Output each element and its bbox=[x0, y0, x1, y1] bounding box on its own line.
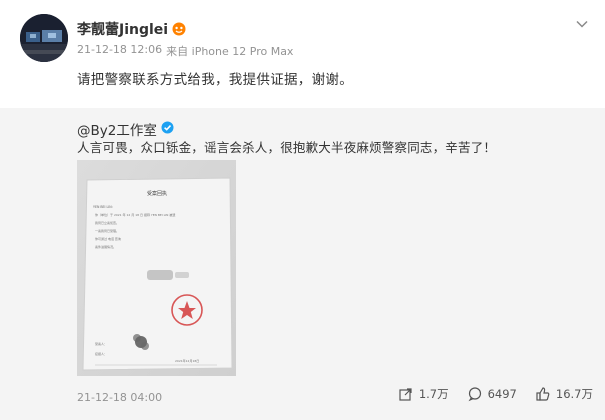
doc-date: 2021年12月18日 bbox=[175, 358, 199, 363]
chevron-down-icon[interactable] bbox=[575, 16, 589, 30]
post-timestamp[interactable]: 21-12-18 12:06 bbox=[77, 43, 162, 59]
doc-footer-2: 接报人： bbox=[95, 351, 107, 356]
comment-icon bbox=[467, 386, 483, 402]
retweet-card: @By2工作室 人言可畏，众口铄金，谣言会杀人，很抱歉大半夜麻烦警察同志，辛苦了… bbox=[0, 108, 605, 420]
weibo-post: 李靓蕾Jinglei 21-12-18 12:06 来自 iPhone 12 P… bbox=[0, 0, 605, 420]
verified-icon bbox=[161, 121, 174, 138]
retweet-username[interactable]: @By2工作室 bbox=[77, 119, 157, 139]
retweet-photo[interactable]: 受案回执 YEN BEI LIN： 你（单位）于 2021 年 12 月 18 … bbox=[77, 160, 236, 376]
doc-line-2: 我局已立案侦查。 bbox=[95, 220, 119, 225]
retweet-text: 人言可畏，众口铄金，谣言会杀人，很抱歉大半夜麻烦警察同志，辛苦了！ bbox=[77, 140, 497, 155]
doc-line-3: 一案我局已受理。 bbox=[95, 228, 119, 233]
avatar[interactable] bbox=[20, 14, 68, 62]
post-meta: 21-12-18 12:06 来自 iPhone 12 Pro Max bbox=[77, 43, 293, 59]
avatar-image bbox=[20, 14, 68, 62]
retweet-actions: 1.7万 6497 16.7万 bbox=[398, 386, 593, 402]
doc-line-1: 你（单位）于 2021 年 12 月 18 日 报称 YEN BEI LIN 被… bbox=[95, 212, 175, 217]
share-icon bbox=[398, 386, 414, 402]
thumbs-up-icon bbox=[535, 386, 551, 402]
username-text[interactable]: 李靓蕾Jinglei bbox=[77, 19, 168, 39]
username[interactable]: 李靓蕾Jinglei bbox=[77, 19, 186, 39]
doc-line-4: 你可通过 电话 查询 bbox=[95, 236, 121, 241]
share-count: 1.7万 bbox=[418, 387, 449, 401]
doc-header: YEN BEI LIN： bbox=[93, 205, 115, 209]
doc-title: 受案回执 bbox=[147, 190, 167, 197]
retweet-timestamp[interactable]: 21-12-18 04:00 bbox=[77, 391, 162, 404]
comment-count: 6497 bbox=[487, 387, 517, 401]
retweet-user[interactable]: @By2工作室 bbox=[77, 119, 174, 139]
doc-footer-1: 受案人： bbox=[95, 341, 107, 346]
vip-badge-icon bbox=[172, 22, 186, 36]
share-button[interactable]: 1.7万 bbox=[398, 386, 449, 402]
doc-line-5: 案件进展情况。 bbox=[95, 244, 116, 249]
post-source: 来自 iPhone 12 Pro Max bbox=[166, 45, 294, 58]
like-count: 16.7万 bbox=[555, 387, 593, 401]
document-photo: 受案回执 YEN BEI LIN： 你（单位）于 2021 年 12 月 18 … bbox=[77, 160, 236, 376]
comment-button[interactable]: 6497 bbox=[467, 386, 517, 402]
post-text: 请把警察联系方式给我，我提供证据，谢谢。 bbox=[77, 72, 353, 88]
like-button[interactable]: 16.7万 bbox=[535, 386, 593, 402]
